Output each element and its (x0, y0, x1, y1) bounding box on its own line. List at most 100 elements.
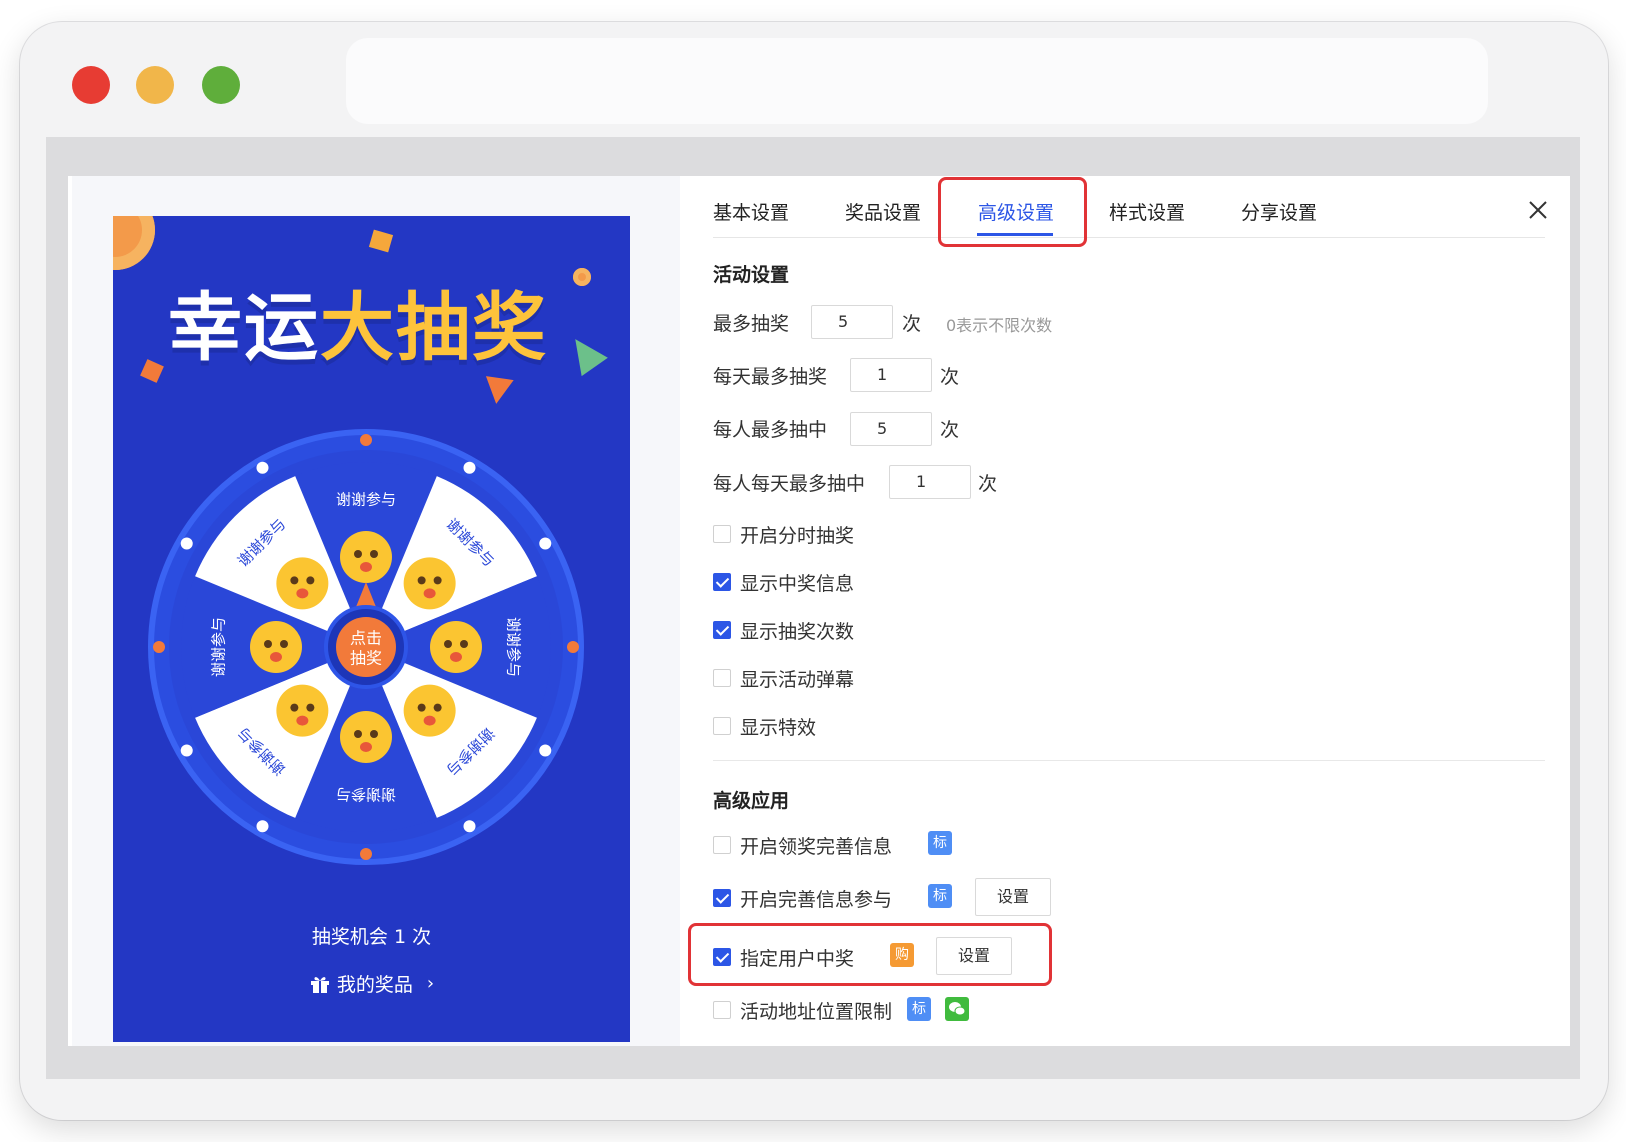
option-label: 开启完善信息参与 (740, 889, 893, 911)
purchase-badge: 购 (890, 943, 914, 967)
option-label: 开启领奖完善信息 (740, 836, 893, 858)
emoji-eye (280, 640, 288, 648)
gift-icon (310, 976, 329, 993)
emoji-mouth (450, 652, 462, 662)
tab-share[interactable]: 分享设置 (1241, 198, 1317, 225)
emoji-eye (370, 730, 378, 738)
emoji-eye (417, 576, 426, 585)
emoji-eye (417, 703, 426, 712)
center-label-1: 点击 (350, 629, 382, 648)
designated-winner-settings-button[interactable]: 设置 (936, 937, 1012, 975)
emoji-icon (403, 684, 456, 737)
field-unit: 次 (978, 473, 998, 495)
tab-style[interactable]: 样式设置 (1109, 198, 1185, 225)
field-unit: 次 (902, 313, 922, 335)
emoji-icon (276, 684, 329, 737)
emoji-eye (290, 703, 299, 712)
checkbox-info-participation[interactable] (713, 889, 731, 907)
rim-light (539, 744, 552, 757)
checkbox-location-limit[interactable] (713, 1001, 731, 1019)
checkbox-timed-draw[interactable] (713, 525, 731, 543)
field-label-per-user-daily-max-wins: 每人每天最多抽中 (713, 473, 866, 495)
option-label: 显示特效 (740, 717, 817, 739)
emoji-mouth (423, 715, 436, 726)
title-yellow: 大抽奖 (320, 285, 548, 371)
max-draws-input[interactable]: 5 (811, 305, 893, 339)
rim-light (180, 744, 193, 757)
emoji-eye (433, 576, 442, 585)
confetti (140, 359, 164, 383)
emoji-eye (290, 576, 299, 585)
my-prize-label: 我的奖品 (336, 974, 413, 996)
field-label-daily-max-draws: 每天最多抽奖 (713, 366, 828, 388)
tab-basic[interactable]: 基本设置 (713, 198, 789, 225)
lottery-preview: 幸运大抽奖 谢谢参与 谢谢参与 谢谢参与 谢谢参与 谢谢参与 谢谢参与 谢谢参与 谢谢参与 点击… (113, 216, 630, 1042)
confetti (573, 268, 591, 286)
my-prize-link[interactable]: 我的奖品 › (113, 970, 630, 997)
field-label-max-draws: 最多抽奖 (713, 313, 790, 335)
emoji-mouth (423, 588, 436, 599)
rim-light (360, 848, 372, 860)
tab-prizes[interactable]: 奖品设置 (845, 198, 921, 225)
chevron-right-icon: › (426, 973, 435, 994)
checkbox-show-effects[interactable] (713, 717, 731, 735)
confetti (368, 229, 394, 253)
emoji-eye (306, 576, 315, 585)
emoji-mouth (296, 588, 309, 599)
field-unit: 次 (940, 366, 960, 388)
close-icon[interactable] (1527, 199, 1549, 221)
emoji-mouth (360, 562, 372, 572)
option-label: 显示活动弹幕 (740, 669, 855, 691)
segment-label: 谢谢参与 (336, 786, 396, 804)
daily-max-draws-input[interactable]: 1 (850, 358, 932, 392)
emoji-icon (340, 531, 392, 583)
checkbox-designated-winner[interactable] (713, 948, 731, 966)
emoji-icon (430, 621, 482, 673)
segment-label: 谢谢参与 (210, 617, 228, 677)
section-divider (713, 760, 1545, 761)
emoji-mouth (296, 715, 309, 726)
emoji-mouth (360, 742, 372, 752)
maximize-window-button[interactable] (202, 66, 240, 104)
section-title-advanced: 高级应用 (713, 790, 790, 812)
emoji-icon (276, 557, 329, 610)
info-participation-settings-button[interactable]: 设置 (975, 878, 1051, 916)
field-unit: 次 (940, 419, 960, 441)
lottery-wheel[interactable]: 谢谢参与谢谢参与谢谢参与谢谢参与谢谢参与谢谢参与谢谢参与谢谢参与点击抽奖 (113, 427, 626, 867)
per-user-daily-max-wins-input[interactable]: 1 (889, 465, 971, 499)
preview-title: 幸运大抽奖 (168, 268, 548, 375)
standard-badge: 标 (928, 884, 952, 908)
emoji-eye (370, 550, 378, 558)
checkbox-show-winners[interactable] (713, 573, 731, 591)
tab-highlight-box (938, 177, 1087, 247)
checkbox-show-draw-count[interactable] (713, 621, 731, 639)
address-bar[interactable] (346, 38, 1488, 124)
segment-label: 谢谢参与 (336, 491, 396, 509)
emoji-eye (460, 640, 468, 648)
rim-light (256, 820, 269, 833)
option-label: 开启分时抽奖 (740, 525, 855, 547)
emoji-eye (306, 703, 315, 712)
checkbox-prize-info[interactable] (713, 836, 731, 854)
per-user-max-wins-input[interactable]: 5 (850, 412, 932, 446)
emoji-eye (354, 730, 362, 738)
preview-pane-edge (68, 176, 72, 1046)
option-label: 显示抽奖次数 (740, 621, 855, 643)
emoji-eye (444, 640, 452, 648)
rim-light (463, 820, 476, 833)
emoji-icon (250, 621, 302, 673)
rim-light (360, 434, 372, 446)
minimize-window-button[interactable] (136, 66, 174, 104)
close-window-button[interactable] (72, 66, 110, 104)
emoji-icon (340, 711, 392, 763)
wechat-icon (945, 997, 969, 1021)
confetti (562, 329, 608, 377)
center-label-2: 抽奖 (350, 649, 382, 668)
emoji-eye (264, 640, 272, 648)
field-label-per-user-max-wins: 每人最多抽中 (713, 419, 828, 441)
confetti (482, 376, 514, 406)
max-draws-hint: 0表示不限次数 (946, 316, 1053, 335)
checkbox-show-danmaku[interactable] (713, 669, 731, 687)
emoji-eye (433, 703, 442, 712)
title-white: 幸运 (168, 285, 320, 371)
